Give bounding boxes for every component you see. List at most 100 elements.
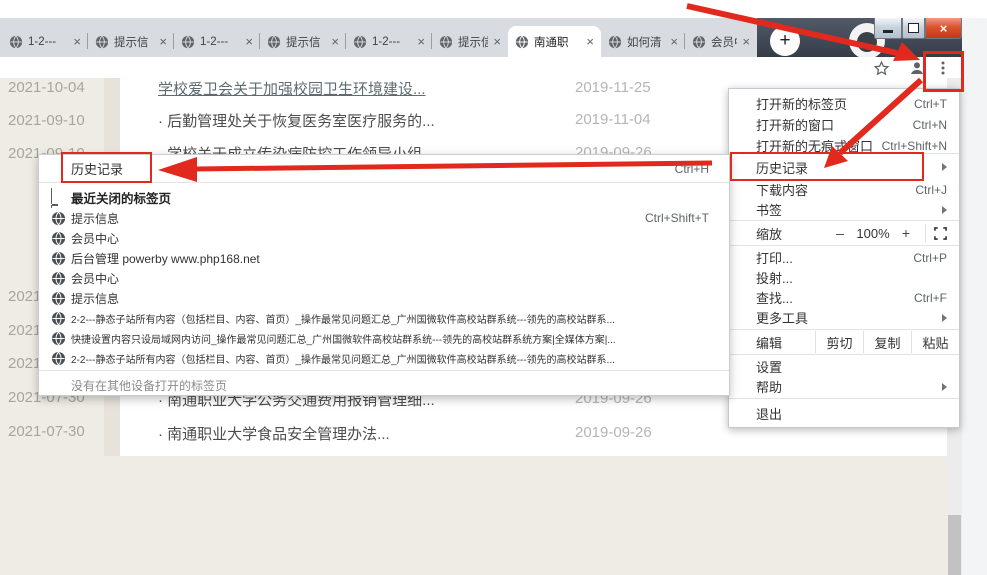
tab-strip: 1-2--- × 提示信 × 1-2--- × 提示信 × 1-2--- × 提… xyxy=(0,18,962,57)
article-date: 2019-11-25 xyxy=(575,79,651,96)
tab-close-icon[interactable]: × xyxy=(742,35,750,48)
tab-close-icon[interactable]: × xyxy=(159,35,167,48)
globe-favicon-icon xyxy=(95,35,109,49)
globe-favicon-icon xyxy=(267,35,281,49)
tab-title: 南通职 xyxy=(534,34,581,50)
submenu-caret-icon xyxy=(942,206,947,214)
article-link[interactable]: · 后勤管理处关于恢复医务室医疗服务的... xyxy=(158,110,435,131)
article-link[interactable]: 学校爱卫会关于加强校园卫生环境建设... xyxy=(158,78,426,99)
edit-cut-button[interactable]: 剪切 xyxy=(815,331,863,353)
globe-favicon-icon xyxy=(51,231,66,246)
history-item[interactable]: 提示信息 Ctrl+Shift+T xyxy=(39,208,729,228)
tab-close-icon[interactable]: × xyxy=(417,35,425,48)
menu-item-new-tab[interactable]: 打开新的标签页 Ctrl+T xyxy=(729,93,959,114)
globe-favicon-icon xyxy=(439,35,453,49)
edit-copy-button[interactable]: 复制 xyxy=(863,331,911,353)
history-item[interactable]: 后台管理 powerby www.php168.net xyxy=(39,248,729,268)
tab-close-icon[interactable]: × xyxy=(331,35,339,48)
tab-title: 如何清 xyxy=(627,34,665,50)
tab-3[interactable]: 1-2--- × xyxy=(174,26,260,57)
history-submenu: 历史记录 Ctrl+H 最近关闭的标签页 提示信息 Ctrl+Shift+T 会… xyxy=(38,154,730,396)
tab-page-icon xyxy=(51,189,66,204)
tab-close-icon[interactable]: × xyxy=(493,35,501,48)
tab-close-icon[interactable]: × xyxy=(586,35,594,48)
left-date-fragment: 2021 xyxy=(8,355,41,372)
tab-close-icon[interactable]: × xyxy=(73,35,81,48)
tab-title: 会员中 xyxy=(711,34,737,50)
menu-item-edit: 编辑 剪切 复制 粘贴 xyxy=(729,331,959,353)
tab-5[interactable]: 1-2--- × xyxy=(346,26,432,57)
history-item[interactable]: 会员中心 xyxy=(39,268,729,288)
minimize-button[interactable] xyxy=(874,18,902,39)
globe-favicon-icon xyxy=(51,331,66,346)
annotation-box-menu-icon xyxy=(923,51,964,92)
menu-item-find[interactable]: 查找... Ctrl+F xyxy=(729,287,959,308)
tab-active[interactable]: 南通职 × xyxy=(508,26,601,57)
globe-favicon-icon xyxy=(51,291,66,306)
annotation-box-submenu-title xyxy=(61,152,152,183)
globe-favicon-icon xyxy=(51,251,66,266)
globe-favicon-icon xyxy=(353,35,367,49)
globe-favicon-icon xyxy=(515,35,529,49)
left-date: 2021-09-10 xyxy=(8,112,85,129)
globe-favicon-icon xyxy=(51,211,66,226)
article-link[interactable]: · 南通职业大学食品安全管理办法... xyxy=(158,423,390,444)
desktop-background xyxy=(962,18,987,575)
new-tab-button[interactable]: + xyxy=(770,26,800,56)
recently-closed-header: 最近关闭的标签页 xyxy=(39,186,729,208)
menu-item-settings[interactable]: 设置 xyxy=(729,356,959,377)
submenu-caret-icon xyxy=(942,163,947,171)
tab-6[interactable]: 提示信 × xyxy=(432,26,508,57)
browser-window: 1-2--- × 提示信 × 1-2--- × 提示信 × 1-2--- × 提… xyxy=(0,0,987,575)
globe-favicon-icon xyxy=(51,271,66,286)
globe-favicon-icon xyxy=(51,311,66,326)
tab-2[interactable]: 提示信 × xyxy=(88,26,174,57)
tab-9[interactable]: 会员中 × xyxy=(685,26,757,57)
history-item[interactable]: 快捷设置内容只设局域网内访问_操作最常见问题汇总_广州国微软件高校站群系统---… xyxy=(39,328,729,348)
globe-favicon-icon xyxy=(9,35,23,49)
left-date-fragment: 2021 xyxy=(8,288,41,305)
restore-icon xyxy=(908,23,919,33)
menu-item-cast[interactable]: 投射... xyxy=(729,267,959,288)
bookmark-star-icon[interactable] xyxy=(872,59,890,77)
menu-item-new-window[interactable]: 打开新的窗口 Ctrl+N xyxy=(729,114,959,135)
menu-item-bookmarks[interactable]: 书签 xyxy=(729,199,959,220)
globe-favicon-icon xyxy=(181,35,195,49)
article-date: 2019-11-04 xyxy=(575,111,651,128)
menu-item-exit[interactable]: 退出 xyxy=(729,402,959,424)
globe-favicon-icon xyxy=(692,35,706,49)
tab-8[interactable]: 如何清 × xyxy=(601,26,685,57)
zoom-in-button[interactable]: + xyxy=(895,225,917,241)
fullscreen-icon[interactable] xyxy=(934,227,947,240)
close-button[interactable]: × xyxy=(925,18,962,39)
menu-item-downloads[interactable]: 下载内容 Ctrl+J xyxy=(729,179,959,200)
chrome-menu: 打开新的标签页 Ctrl+T 打开新的窗口 Ctrl+N 打开新的无痕式窗口 C… xyxy=(728,88,960,428)
history-item[interactable]: 提示信息 xyxy=(39,288,729,308)
menu-item-more-tools[interactable]: 更多工具 xyxy=(729,307,959,328)
no-other-devices-note: 没有在其他设备打开的标签页 xyxy=(39,375,729,395)
left-date: 2021-10-04 xyxy=(8,79,85,96)
tab-close-icon[interactable]: × xyxy=(670,35,678,48)
zoom-level: 100% xyxy=(851,226,895,241)
left-date: 2021-07-30 xyxy=(8,423,85,440)
tab-title: 提示信 xyxy=(114,34,154,50)
annotation-box-history-item xyxy=(730,152,924,181)
menu-item-print[interactable]: 打印... Ctrl+P xyxy=(729,247,959,268)
tab-title: 提示信 xyxy=(458,34,488,50)
tab-title: 1-2--- xyxy=(372,36,412,48)
scrollbar-thumb[interactable] xyxy=(948,515,961,575)
history-item[interactable]: 会员中心 xyxy=(39,228,729,248)
globe-favicon-icon xyxy=(51,351,66,366)
history-item[interactable]: 2-2---静态子站所有内容（包括栏目、内容、首页）_操作最常见问题汇总_广州国… xyxy=(39,308,729,328)
menu-item-help[interactable]: 帮助 xyxy=(729,376,959,397)
tab-1[interactable]: 1-2--- × xyxy=(2,26,88,57)
menu-item-zoom: 缩放 – 100% + xyxy=(729,222,959,244)
history-item[interactable]: 2-2---静态子站所有内容（包括栏目、内容、首页）_操作最常见问题汇总_广州国… xyxy=(39,348,729,368)
tab-4[interactable]: 提示信 × xyxy=(260,26,346,57)
tab-title: 1-2--- xyxy=(200,36,240,48)
tab-close-icon[interactable]: × xyxy=(245,35,253,48)
zoom-out-button[interactable]: – xyxy=(829,225,851,241)
restore-button[interactable] xyxy=(902,18,925,39)
globe-favicon-icon xyxy=(608,35,622,49)
edit-paste-button[interactable]: 粘贴 xyxy=(911,331,959,353)
